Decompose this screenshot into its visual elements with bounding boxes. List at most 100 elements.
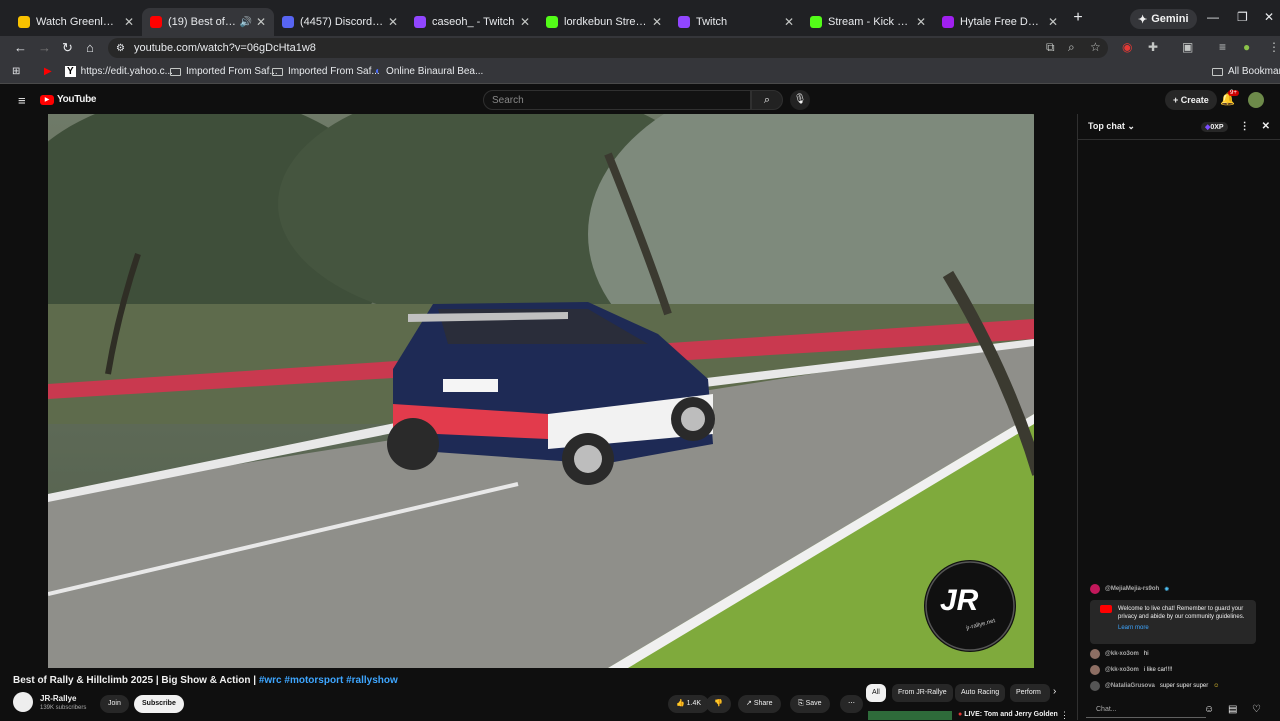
star-icon[interactable]: ☆ — [1090, 40, 1101, 54]
channel-name[interactable]: JR-Rallye — [40, 694, 76, 703]
media-icon[interactable]: ≡ — [1219, 40, 1226, 54]
search-input[interactable]: Search — [483, 90, 751, 110]
create-button[interactable]: + Create — [1165, 90, 1217, 110]
video-frame — [48, 114, 1034, 668]
up-next-title[interactable]: ● LIVE: Tom and Jerry Golden — [958, 711, 1058, 718]
youtube-bookmark-icon[interactable]: ▶ — [44, 66, 52, 77]
top-chat-dropdown[interactable]: Top chat ⌄ — [1088, 121, 1135, 132]
apps-icon[interactable]: ⊞ — [12, 66, 20, 77]
close-tab-icon[interactable]: ✕ — [784, 15, 794, 29]
browser-tab[interactable]: Stream - Kick Dashboa ✕ — [802, 8, 934, 36]
address-bar[interactable]: ⚙ youtube.com/watch?v=06gDcHta1w8 — [108, 38, 1108, 58]
globe-icon: ◐ — [375, 66, 382, 77]
new-tab-button[interactable]: + — [1066, 9, 1090, 27]
heart-icon[interactable]: ♡ — [1252, 704, 1261, 715]
close-tab-icon[interactable]: ✕ — [652, 15, 662, 29]
chip-perform[interactable]: Perform — [1010, 684, 1050, 702]
gemini-button[interactable]: ✦ Gemini — [1130, 9, 1197, 29]
close-tab-icon[interactable]: ✕ — [520, 15, 530, 29]
account-avatar[interactable] — [1248, 92, 1264, 108]
up-next-menu-icon[interactable]: ⋮ — [1060, 710, 1069, 721]
chip-auto-racing[interactable]: Auto Racing — [955, 684, 1006, 702]
chevron-right-icon[interactable]: › — [1053, 686, 1056, 697]
sticker-icon[interactable]: ▤ — [1228, 704, 1237, 715]
hashtag-links[interactable]: #wrc #motorsport #rallyshow — [259, 675, 398, 686]
chat-header: Top chat ⌄ ◆0XP ⋮ ✕ — [1078, 114, 1280, 140]
tab-title: (4457) Discord | # — [300, 16, 384, 28]
save-button[interactable]: ⎘ Save — [790, 695, 830, 713]
close-tab-icon[interactable]: ✕ — [916, 15, 926, 29]
thumbs-up-icon: 👍 — [676, 700, 685, 707]
chevron-down-icon: ⌄ — [1127, 121, 1135, 131]
join-button[interactable]: Join — [100, 695, 129, 713]
bookmark-folder-1[interactable]: Imported From Saf... — [170, 66, 278, 77]
channel-avatar[interactable] — [13, 692, 33, 712]
youtube-play-icon: ▶ — [40, 94, 54, 105]
chip-all[interactable]: All — [866, 684, 886, 702]
dislike-button[interactable]: 👎 — [706, 695, 731, 713]
forward-icon[interactable]: → — [38, 40, 51, 55]
bookmark-binaural[interactable]: ◐ Online Binaural Bea... — [375, 66, 483, 77]
bookmark-yahoo[interactable]: Yhttps://edit.yahoo.c... — [65, 66, 173, 77]
learn-more-link[interactable]: Learn more — [1118, 624, 1251, 632]
speaker-icon[interactable]: 🔊 — [239, 17, 251, 28]
close-window-icon[interactable]: ✕ — [1264, 10, 1274, 24]
close-tab-icon[interactable]: ✕ — [256, 15, 266, 29]
zoom-icon[interactable]: ⌕ — [1068, 40, 1075, 55]
xp-badge[interactable]: ◆0XP — [1200, 121, 1228, 132]
tab-favicon-icon — [678, 16, 690, 28]
menu-icon[interactable]: ⋮ — [1268, 40, 1280, 54]
sidebar-icon[interactable]: ▣ — [1182, 40, 1193, 54]
browser-tab[interactable]: caseoh_ - Twitch ✕ — [406, 8, 538, 36]
emoji-icon: ☺ — [1213, 683, 1220, 689]
subscribe-button[interactable]: Subscribe — [134, 695, 184, 713]
install-icon[interactable]: ⧉ — [1046, 40, 1055, 55]
bookmark-folder-2[interactable]: Imported From Saf... — [272, 66, 380, 77]
browser-tab[interactable]: Twitch ✕ — [670, 8, 802, 36]
share-button[interactable]: ↗ Share — [738, 695, 781, 713]
back-icon[interactable]: ← — [14, 40, 27, 55]
up-next-thumbnail[interactable] — [868, 711, 952, 720]
extension-circle-icon[interactable]: ◉ — [1122, 40, 1132, 54]
search-button[interactable]: ⌕ — [751, 90, 783, 110]
chat-input[interactable]: Chat... — [1086, 702, 1206, 718]
emoji-icon: ✺ — [1164, 586, 1170, 593]
all-bookmarks[interactable]: All Bookmarks — [1212, 66, 1280, 77]
voice-search-button[interactable]: 🎙 — [790, 90, 810, 110]
folder-icon — [1212, 67, 1223, 76]
close-tab-icon[interactable]: ✕ — [1048, 15, 1058, 29]
home-icon[interactable]: ⌂ — [86, 40, 94, 55]
close-tab-icon[interactable]: ✕ — [388, 15, 398, 29]
chip-from-channel[interactable]: From JR-Rallye — [892, 684, 953, 702]
thumbs-down-icon: 👎 — [714, 700, 723, 707]
site-info-icon[interactable]: ⚙ — [116, 43, 125, 54]
chat-message: @NataliaGrusova super super super ☺ — [1090, 681, 1219, 691]
chat-message: @kk-xo3om hi — [1090, 649, 1149, 659]
notifications-bell[interactable]: 🔔 9+ — [1220, 90, 1239, 106]
close-chat-icon[interactable]: ✕ — [1262, 121, 1270, 132]
minimize-icon[interactable]: — — [1207, 10, 1219, 24]
tab-favicon-icon — [282, 16, 294, 28]
emoji-picker-icon[interactable]: ☺ — [1204, 704, 1214, 715]
watermark-text: JR — [940, 584, 979, 617]
close-tab-icon[interactable]: ✕ — [124, 15, 134, 29]
browser-tab[interactable]: Hytale Free Download ✕ — [934, 8, 1066, 36]
more-actions-button[interactable]: ⋯ — [840, 695, 863, 713]
video-player[interactable]: JR jr-rallye.net — [48, 114, 1034, 668]
share-icon: ↗ — [746, 700, 752, 707]
extensions-icon[interactable]: ✚ — [1148, 40, 1158, 54]
youtube-logo[interactable]: ▶ YouTube — [40, 94, 97, 105]
profile-avatar[interactable]: ● — [1243, 40, 1250, 54]
browser-tab[interactable]: Watch Greenland 2: Mig ✕ — [10, 8, 142, 36]
maximize-icon[interactable]: ❐ — [1237, 10, 1248, 24]
tab-favicon-icon — [810, 16, 822, 28]
browser-tab[interactable]: lordkebun Stream - Wa ✕ — [538, 8, 670, 36]
hamburger-icon[interactable]: ≡ — [18, 93, 26, 108]
folder-icon — [272, 67, 283, 76]
browser-tab[interactable]: (19) Best of Rally &🔊 ✕ — [142, 8, 274, 36]
like-button[interactable]: 👍 1.4K — [668, 695, 710, 713]
more-icon[interactable]: ⋮ — [1240, 121, 1250, 132]
browser-tab[interactable]: (4457) Discord | # ✕ — [274, 8, 406, 36]
reload-icon[interactable]: ↻ — [62, 40, 73, 56]
mic-icon: 🎙 — [793, 94, 807, 105]
